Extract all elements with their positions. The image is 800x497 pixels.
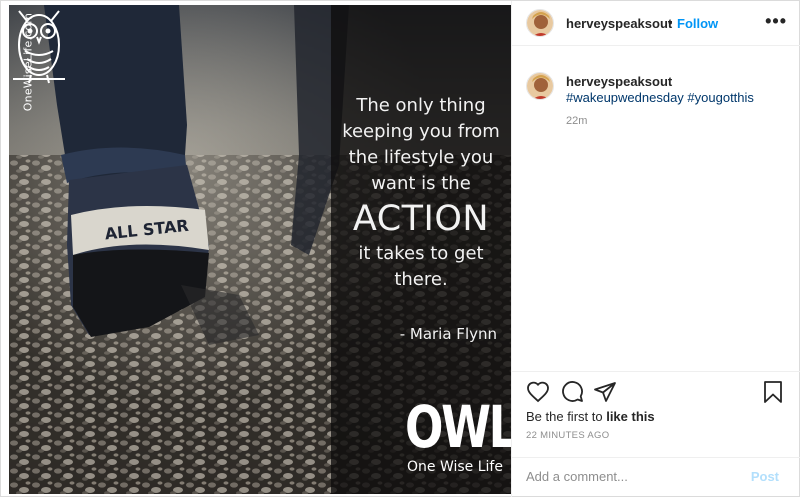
- caption-avatar[interactable]: [526, 72, 554, 100]
- author-username[interactable]: herveyspeaksout: [566, 16, 672, 31]
- more-options-icon[interactable]: •••: [765, 11, 787, 32]
- quote-author: - Maria Flynn: [399, 325, 497, 343]
- quote-line-6: there.: [394, 269, 448, 290]
- instagram-post-window: ALL STAR OneWiseLife.com The only thing …: [0, 0, 800, 497]
- avatar-image: [527, 10, 553, 36]
- post-sidebar: herveyspeaksout • Follow ••• herveyspeak…: [511, 1, 800, 497]
- save-icon[interactable]: [761, 380, 785, 404]
- quote-line-3: the lifestyle you: [348, 147, 494, 168]
- quote-text: The only thing keeping you from the life…: [331, 93, 511, 293]
- header-separator: •: [668, 15, 673, 30]
- quote-line-1: The only thing: [356, 95, 486, 116]
- author-avatar[interactable]: [526, 9, 554, 37]
- post-timestamp[interactable]: 22 MINUTES AGO: [526, 430, 609, 441]
- follow-button[interactable]: Follow: [677, 16, 718, 31]
- post-actions: Be the first to like this 22 MINUTES AGO…: [512, 371, 800, 497]
- comment-form: Post: [512, 457, 800, 497]
- caption-relative-time: 22m: [566, 115, 588, 127]
- owl-icon: [13, 10, 65, 84]
- like-this-link[interactable]: like this: [606, 409, 654, 424]
- likes-summary: Be the first to like this: [526, 409, 655, 424]
- quote-line-2: keeping you from: [342, 121, 500, 142]
- post-header: herveyspeaksout • Follow •••: [512, 1, 800, 46]
- comment-input[interactable]: [526, 469, 726, 484]
- caption-hashtags[interactable]: #wakeupwednesday #yougotthis: [566, 90, 754, 105]
- avatar-image: [527, 73, 553, 99]
- comment-icon[interactable]: [560, 380, 584, 404]
- caption-username[interactable]: herveyspeaksout: [566, 74, 672, 89]
- quote-emphasis: ACTION: [352, 199, 490, 239]
- likes-prefix: Be the first to: [526, 409, 607, 424]
- heart-icon[interactable]: [526, 380, 550, 404]
- share-icon[interactable]: [593, 380, 617, 404]
- post-comment-button[interactable]: Post: [751, 469, 779, 484]
- quote-line-5: it takes to get: [358, 243, 484, 264]
- owl-logo-tagline: One Wise Life: [407, 459, 503, 475]
- post-image[interactable]: ALL STAR OneWiseLife.com The only thing …: [9, 5, 511, 494]
- quote-line-4: want is the: [371, 173, 471, 194]
- owl-logo-word: OWL: [405, 393, 511, 461]
